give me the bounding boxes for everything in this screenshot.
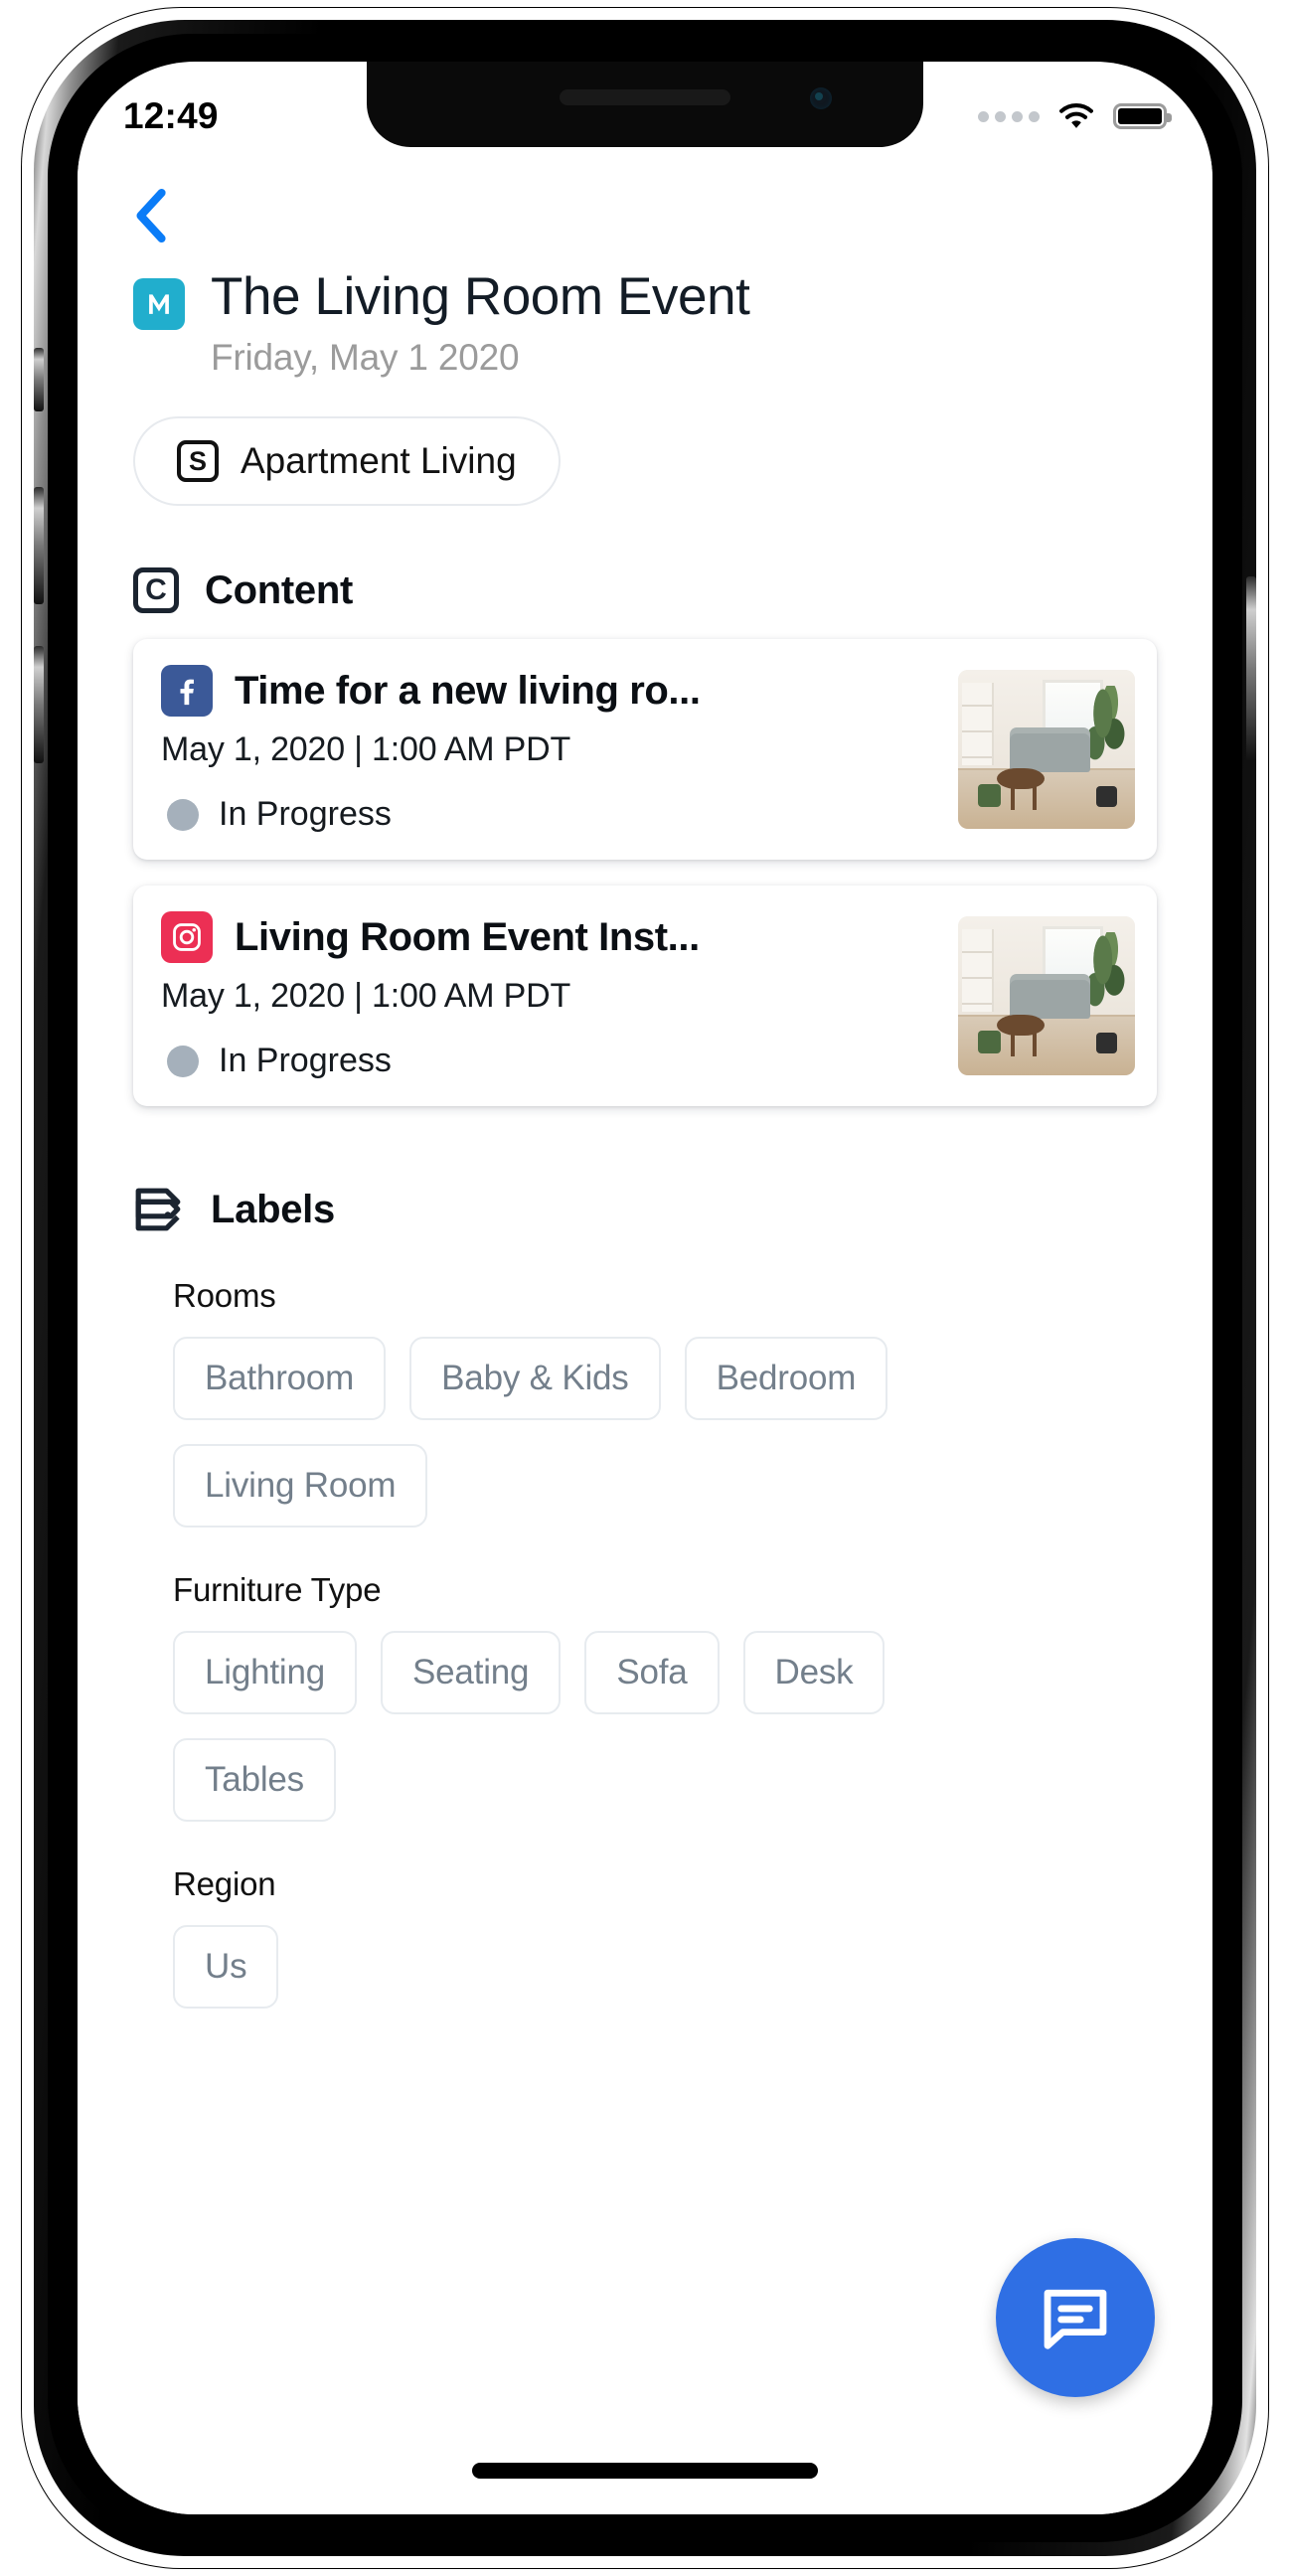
status-bar-indicators bbox=[978, 102, 1172, 130]
label-group-furniture-type: Furniture Type Lighting Seating Sofa Des… bbox=[133, 1571, 1157, 1823]
app-content: The Living Room Event Friday, May 1 2020… bbox=[78, 157, 1212, 2514]
power-button[interactable] bbox=[1246, 576, 1256, 761]
chat-bubble-icon bbox=[1044, 2289, 1107, 2349]
content-section-title: Content bbox=[205, 567, 353, 612]
c-square-icon: C bbox=[133, 567, 179, 614]
campaign-chip[interactable]: S Apartment Living bbox=[133, 416, 561, 507]
status-badge: In Progress bbox=[219, 1042, 392, 1080]
status-bar-time: 12:49 bbox=[123, 95, 219, 136]
status-dot-icon bbox=[167, 798, 199, 831]
label-group-rooms: Rooms Bathroom Baby & Kids Bedroom Livin… bbox=[133, 1277, 1157, 1529]
label-chip-list: Us bbox=[173, 1925, 968, 2010]
labels-section-header: Labels bbox=[133, 1186, 1212, 1233]
facebook-icon bbox=[161, 665, 213, 718]
volume-up-button[interactable] bbox=[34, 487, 44, 604]
label-chip[interactable]: Lighting bbox=[173, 1631, 358, 1715]
content-thumbnail bbox=[958, 916, 1135, 1076]
content-card-title: Time for a new living ro... bbox=[235, 668, 701, 713]
navigation-bar bbox=[78, 157, 1212, 246]
mute-switch[interactable] bbox=[34, 348, 44, 411]
chevron-left-icon[interactable] bbox=[129, 185, 175, 246]
page-title: The Living Room Event bbox=[211, 267, 750, 326]
status-dot-icon bbox=[167, 1045, 199, 1077]
content-card-date: May 1, 2020 | 1:00 AM PDT bbox=[161, 730, 571, 769]
label-group-title: Furniture Type bbox=[173, 1571, 382, 1609]
content-card[interactable]: Living Room Event Inst... May 1, 2020 | … bbox=[133, 886, 1157, 1107]
instagram-icon bbox=[161, 911, 213, 964]
content-card-date: May 1, 2020 | 1:00 AM PDT bbox=[161, 977, 571, 1016]
event-date-subtitle: Friday, May 1 2020 bbox=[211, 337, 520, 379]
content-card-status: In Progress bbox=[161, 1042, 938, 1080]
signal-dots-icon bbox=[978, 110, 1040, 122]
status-bar: 12:49 bbox=[78, 62, 1212, 157]
label-chip[interactable]: Baby & Kids bbox=[409, 1337, 661, 1421]
content-section-header: C Content bbox=[133, 567, 1212, 614]
label-chip[interactable]: Bedroom bbox=[684, 1337, 888, 1421]
volume-down-button[interactable] bbox=[34, 646, 44, 763]
label-chip[interactable]: Sofa bbox=[584, 1631, 720, 1715]
chat-fab-button[interactable] bbox=[996, 2238, 1155, 2397]
content-thumbnail bbox=[958, 670, 1135, 830]
tag-icon bbox=[135, 1188, 181, 1231]
label-chip-list: Bathroom Baby & Kids Bedroom Living Room bbox=[173, 1337, 968, 1529]
label-chip[interactable]: Us bbox=[173, 1925, 279, 2010]
label-group-region: Region Us bbox=[133, 1865, 1157, 2010]
label-chip[interactable]: Desk bbox=[742, 1631, 886, 1715]
wifi-icon bbox=[1059, 103, 1093, 128]
home-indicator[interactable] bbox=[472, 2463, 818, 2479]
label-chip[interactable]: Living Room bbox=[173, 1444, 428, 1529]
status-badge: In Progress bbox=[219, 795, 392, 834]
content-card-list: Time for a new living ro... May 1, 2020 … bbox=[133, 639, 1157, 1107]
label-chip[interactable]: Tables bbox=[173, 1738, 336, 1823]
label-group-title: Rooms bbox=[173, 1277, 276, 1315]
labels-section-title: Labels bbox=[211, 1187, 335, 1231]
battery-full-icon bbox=[1113, 103, 1172, 129]
event-header: The Living Room Event Friday, May 1 2020 bbox=[78, 246, 1212, 379]
campaign-chip-label: Apartment Living bbox=[241, 440, 517, 482]
content-card-title: Living Room Event Inst... bbox=[235, 914, 700, 959]
label-group-title: Region bbox=[173, 1865, 276, 1903]
label-chip[interactable]: Seating bbox=[381, 1631, 562, 1715]
content-card-status: In Progress bbox=[161, 795, 938, 834]
phone-screen: 12:49 The Living Room Event Friday, May … bbox=[78, 62, 1212, 2514]
content-card[interactable]: Time for a new living ro... May 1, 2020 … bbox=[133, 639, 1157, 861]
label-chip-list: Lighting Seating Sofa Desk Tables bbox=[173, 1631, 968, 1823]
screenshot-stage: 12:49 The Living Room Event Friday, May … bbox=[0, 0, 1290, 2576]
m-app-logo-icon bbox=[133, 278, 185, 330]
s-square-icon: S bbox=[177, 440, 219, 483]
label-chip[interactable]: Bathroom bbox=[173, 1337, 387, 1421]
